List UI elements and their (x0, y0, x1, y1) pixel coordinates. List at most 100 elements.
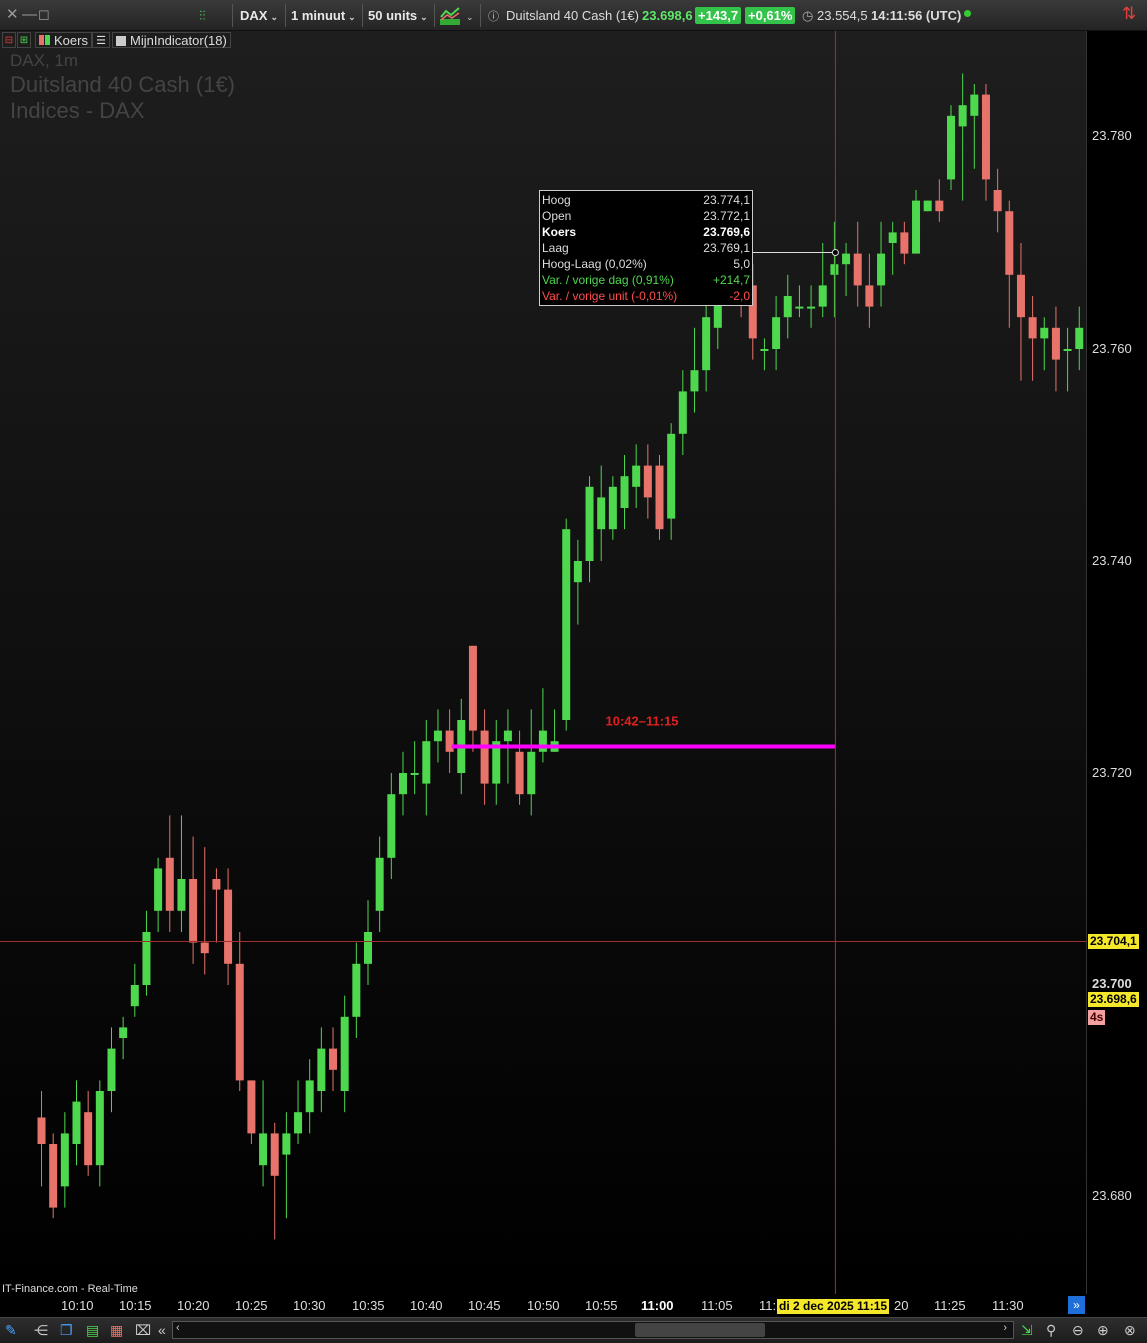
units-select[interactable]: 50 units ⌄ (368, 8, 428, 25)
candle-body (1016, 274, 1025, 318)
price-axis[interactable] (1086, 31, 1147, 1294)
candle-body (853, 253, 862, 286)
crosshair-price-tag: 23.704,1 (1088, 934, 1139, 949)
tooltip-row: Koers 23.769,6 (542, 225, 750, 239)
candle-body (84, 1112, 93, 1166)
candle-body (981, 94, 990, 180)
candle-body (830, 264, 839, 275)
candle-body (690, 370, 699, 392)
fit-chart-icon[interactable]: ⇲ (1021, 1322, 1033, 1339)
clock-icon: ◷ (802, 8, 814, 23)
instrument-name: Duitsland 40 Cash (1€) (506, 8, 639, 23)
time-tick: 11:05 (701, 1298, 733, 1313)
price-tick: 23.700 (1092, 976, 1132, 991)
remove-icon[interactable]: ⊟ (2, 32, 16, 48)
zoom-reset-icon[interactable]: ⊗ (1124, 1322, 1136, 1339)
candle-body (667, 433, 676, 519)
candle-body (247, 1080, 256, 1134)
prev-close: 23.554,5 (817, 8, 868, 23)
candle-body (783, 296, 792, 318)
chart-scrollbar[interactable]: ‹ › (172, 1321, 1014, 1339)
legend-indicator[interactable]: MijnIndicator(18) (112, 32, 231, 48)
last-price-tag: 23.698,6 (1088, 992, 1139, 1007)
refresh-icon[interactable]: ⇅ (1122, 5, 1136, 23)
indicator-icon[interactable]: ▦ (110, 1322, 123, 1339)
candle-body (95, 1091, 104, 1166)
candle-body (445, 730, 454, 752)
candle-body (900, 232, 909, 254)
time-tick: 11:25 (934, 1298, 966, 1313)
share-icon[interactable]: ⋲ (34, 1322, 48, 1339)
copy-icon[interactable]: ❐ (60, 1322, 73, 1339)
candle-body (212, 879, 221, 890)
candle-type-icon[interactable]: ⫶⫶ (199, 7, 206, 25)
legend-koers[interactable]: Koers (35, 32, 92, 48)
close-icon[interactable]: ✕ (6, 6, 19, 24)
time-tick: 10:15 (119, 1298, 152, 1313)
candle-body (562, 529, 571, 720)
zoom-in-icon[interactable]: ⊕ (1097, 1322, 1109, 1339)
candle-body (352, 963, 361, 1017)
candle-body (807, 306, 816, 309)
candle-body (375, 857, 384, 911)
zoom-out-icon[interactable]: ⊖ (1072, 1322, 1084, 1339)
maximize-icon[interactable]: ☐ (38, 7, 50, 25)
scroll-thumb[interactable] (635, 1323, 765, 1337)
chevron-down-icon[interactable]: ⌄ (466, 8, 474, 26)
tooltip-anchor (831, 249, 839, 257)
scroll-to-end-icon[interactable]: » (1068, 1296, 1085, 1314)
candle-body (1075, 327, 1084, 349)
time-tick: 10:20 (177, 1298, 210, 1313)
tooltip-row: Hoog-Laag (0,02%) 5,0 (542, 257, 750, 271)
candle-body (305, 1080, 314, 1113)
candle-body (270, 1133, 279, 1176)
info-icon[interactable]: ⓘ (488, 8, 499, 26)
time-tick: 10:25 (235, 1298, 268, 1313)
collapse-icon[interactable]: « (158, 1322, 166, 1338)
change-pct-badge: +0,61% (745, 7, 796, 24)
candle-body (527, 751, 536, 795)
price-tick: 23.740 (1092, 553, 1132, 568)
pencil-icon[interactable]: ✎ (5, 1322, 17, 1339)
candle-body (877, 253, 886, 286)
candle-body (468, 645, 477, 731)
time-tick: 11:00 (641, 1298, 674, 1313)
time-tick: 10:35 (352, 1298, 385, 1313)
bottom-toolbar: ✎ ⋲ ❐ ▤ ▦ ⌧ « ‹ › ⇲ ⚲ ⊖ ⊕ ⊗ (0, 1317, 1147, 1343)
candle-body (294, 1112, 303, 1134)
tooltip-row: Hoog 23.774,1 (542, 193, 750, 207)
candle-body (923, 200, 932, 212)
candle-body (480, 730, 489, 784)
candle-tooltip: Hoog 23.774,1 Open 23.772,1 Koers 23.769,6 … (539, 190, 753, 306)
add-icon[interactable]: ⊞ (17, 32, 31, 48)
time-tick: 10:10 (61, 1298, 94, 1313)
price-tick: 23.720 (1092, 765, 1132, 780)
candle-body (72, 1101, 81, 1144)
candle-body (842, 253, 851, 265)
document-icon[interactable]: ▤ (86, 1322, 99, 1339)
tooltip-row: Laag 23.769,1 (542, 241, 750, 255)
scroll-left-icon[interactable]: ‹ (176, 1322, 180, 1334)
instrument-select[interactable]: DAX ⌄ (240, 8, 278, 25)
chart-style-icon[interactable] (440, 5, 460, 30)
candle-body (585, 486, 594, 561)
zoom-auto-icon[interactable]: ⚲ (1046, 1322, 1056, 1339)
candle-body (632, 465, 641, 487)
image-icon[interactable]: ⌧ (135, 1322, 151, 1339)
range-label: 10:42–11:15 (606, 714, 679, 729)
candle-body (177, 879, 186, 911)
timeframe-select[interactable]: 1 minuut ⌄ (291, 8, 356, 25)
candle-body (130, 985, 139, 1007)
candle-body (49, 1144, 58, 1208)
candle-body (1028, 317, 1037, 339)
candle-body (772, 317, 781, 349)
candle-body (107, 1048, 116, 1091)
watermark-name: Duitsland 40 Cash (1€) (10, 72, 236, 97)
candle-body (608, 486, 617, 530)
scroll-right-icon[interactable]: › (1003, 1322, 1007, 1334)
status-dot-icon (964, 10, 971, 17)
time-tick: 10:30 (293, 1298, 326, 1313)
minimize-icon[interactable]: — (22, 6, 37, 24)
crosshair-time-tag: di 2 dec 2025 11:15 (777, 1299, 890, 1314)
list-icon[interactable]: ☰ (92, 32, 110, 48)
